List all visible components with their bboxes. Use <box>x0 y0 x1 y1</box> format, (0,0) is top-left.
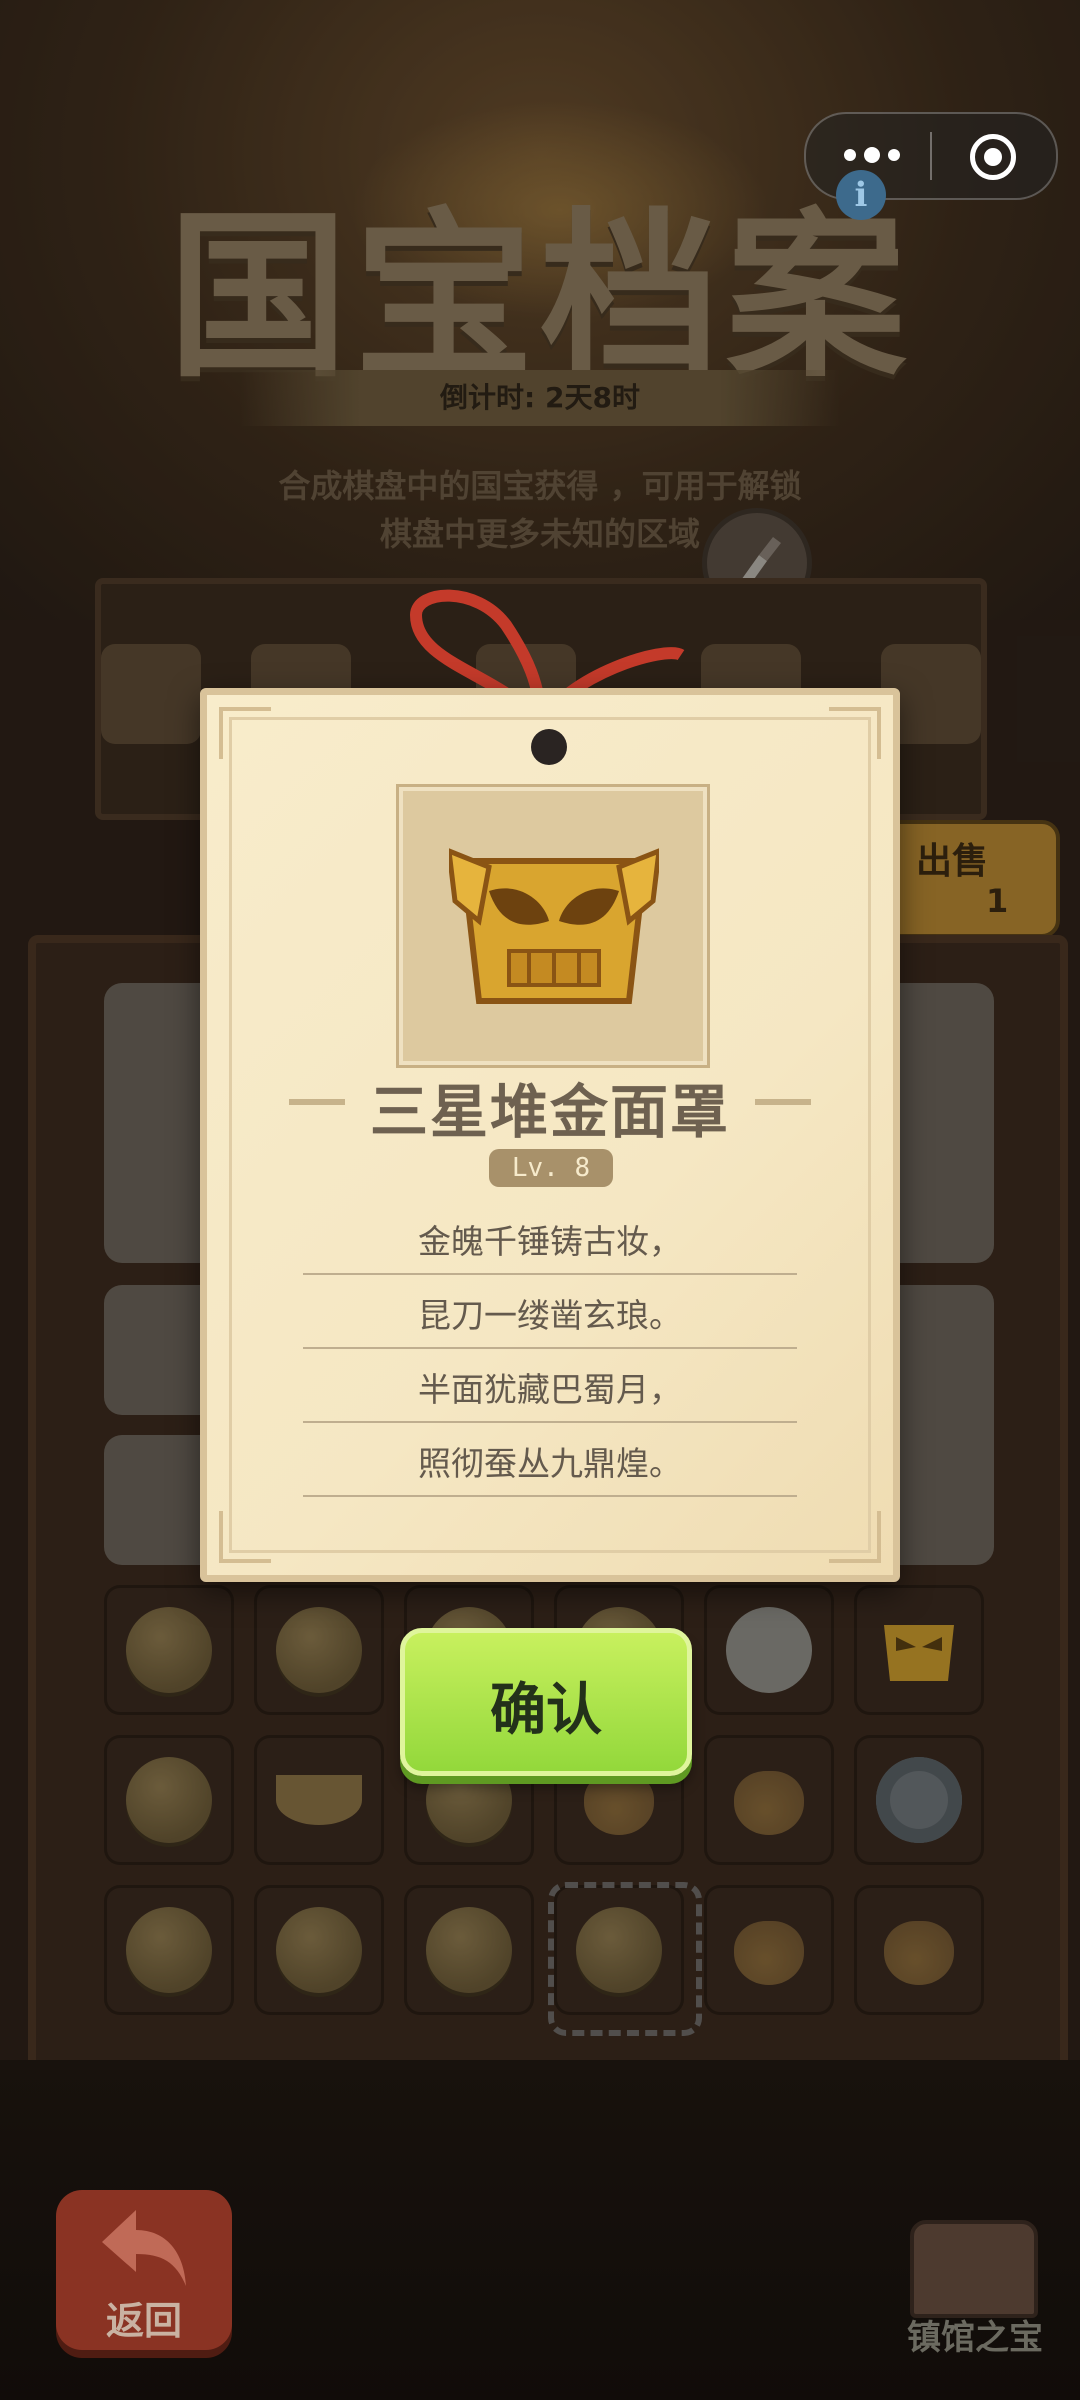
back-arrow-icon <box>102 2210 186 2286</box>
poem-line-2: 昆刀一缕凿玄琅。 <box>303 1287 797 1349</box>
treasure-card: 三星堆金面罩 Lv. 8 金魄千锤铸古妆， 昆刀一缕凿玄琅。 半面犹藏巴蜀月， … <box>200 688 900 1582</box>
level-badge: Lv. 8 <box>489 1149 613 1187</box>
corner-ornament <box>219 707 271 759</box>
poem-line-1: 金魄千锤铸古妆， <box>303 1213 797 1275</box>
more-dots-icon[interactable] <box>844 144 914 168</box>
corner-ornament <box>219 1511 271 1563</box>
poem-line-4: 照彻蚕丛九鼎煌。 <box>303 1435 797 1497</box>
capsule-divider <box>930 132 932 180</box>
corner-ornament <box>829 1511 881 1563</box>
back-label: 返回 <box>105 2299 182 2343</box>
poem-line-3: 半面犹藏巴蜀月， <box>303 1361 797 1423</box>
close-target-icon[interactable] <box>970 134 1016 180</box>
item-name: 三星堆金面罩 <box>369 1078 730 1146</box>
treasure-label: 镇馆之宝 <box>907 2318 1043 2358</box>
item-image-frame <box>396 784 710 1068</box>
golden-mask-icon <box>449 848 659 1004</box>
back-button[interactable]: 返回 <box>56 2190 232 2350</box>
card-hole <box>531 729 567 765</box>
treasure-button[interactable]: 镇馆之宝 <box>890 2210 1060 2360</box>
info-icon[interactable]: i <box>836 170 886 220</box>
treasure-chest-icon <box>910 2220 1038 2318</box>
confirm-button[interactable]: 确认 <box>400 1628 692 1776</box>
corner-ornament <box>829 707 881 759</box>
confirm-label: 确认 <box>490 1678 602 1743</box>
